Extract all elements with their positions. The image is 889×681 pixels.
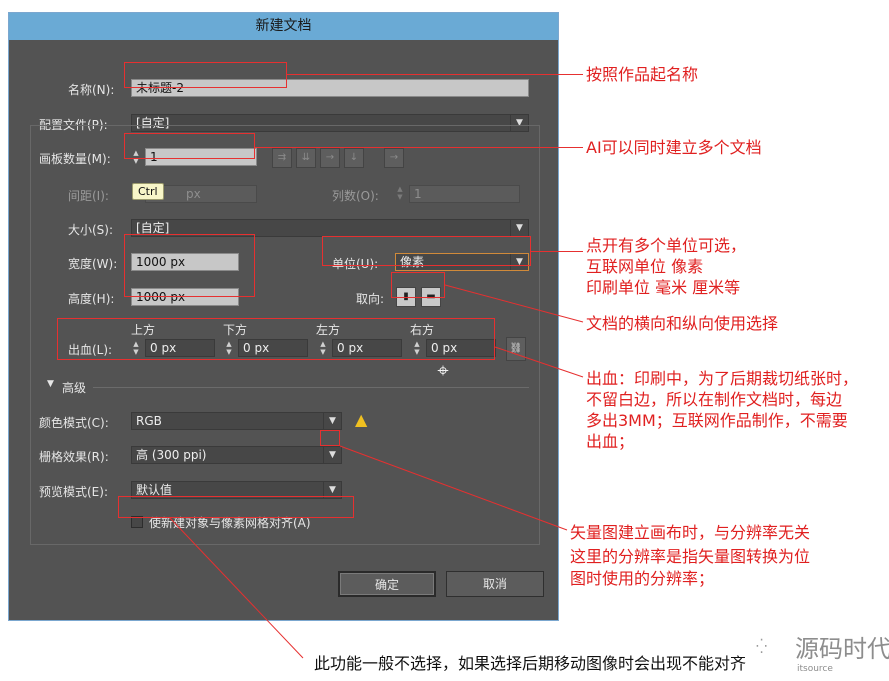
units-annotation-line2: 互联网单位 像素 — [586, 257, 704, 276]
watermark-subtitle: itsource — [797, 664, 833, 674]
raster-annotation-line3: 图时使用的分辨率； — [570, 569, 715, 588]
bleed-annotation-line — [494, 346, 584, 378]
raster-annotation-line2: 这里的分辨率是指矢量图转换为位 — [570, 547, 811, 566]
bleed-annotation-line3: 多出3MM；互联网作品制作，不需要 — [586, 411, 848, 430]
bleed-annotation-line2: 不留白边，所以在制作文档时，每边 — [586, 390, 843, 409]
annotation-connectors — [169, 284, 584, 659]
orientation-annotation: 文档的横向和纵向使用选择 — [586, 314, 779, 333]
watermark-logo: 源码时代 — [795, 635, 889, 663]
name-annotation: 按照作品起名称 — [586, 65, 699, 84]
logo-dots-icon: ⁛ — [756, 639, 768, 655]
units-annotation-line1: 点开有多个单位可选， — [586, 236, 747, 255]
bleed-annotation-line4: 出血； — [586, 432, 635, 451]
bleed-annotation-line1: 出血：印刷中，为了后期裁切纸张时， — [586, 369, 859, 388]
artboards-annotation: AI可以同时建立多个文档 — [586, 138, 762, 157]
units-annotation-line3: 印刷单位 毫米 厘米等 — [586, 278, 741, 297]
raster-annotation-line — [339, 445, 568, 531]
align-annotation: 此功能一般不选择，如果选择后期移动图像时会出现不能对齐 — [314, 654, 747, 673]
orientation-annotation-line — [444, 284, 584, 323]
align-annotation-line — [169, 517, 304, 659]
raster-annotation-line1: 矢量图建立画布时，与分辨率无关 — [570, 523, 811, 542]
